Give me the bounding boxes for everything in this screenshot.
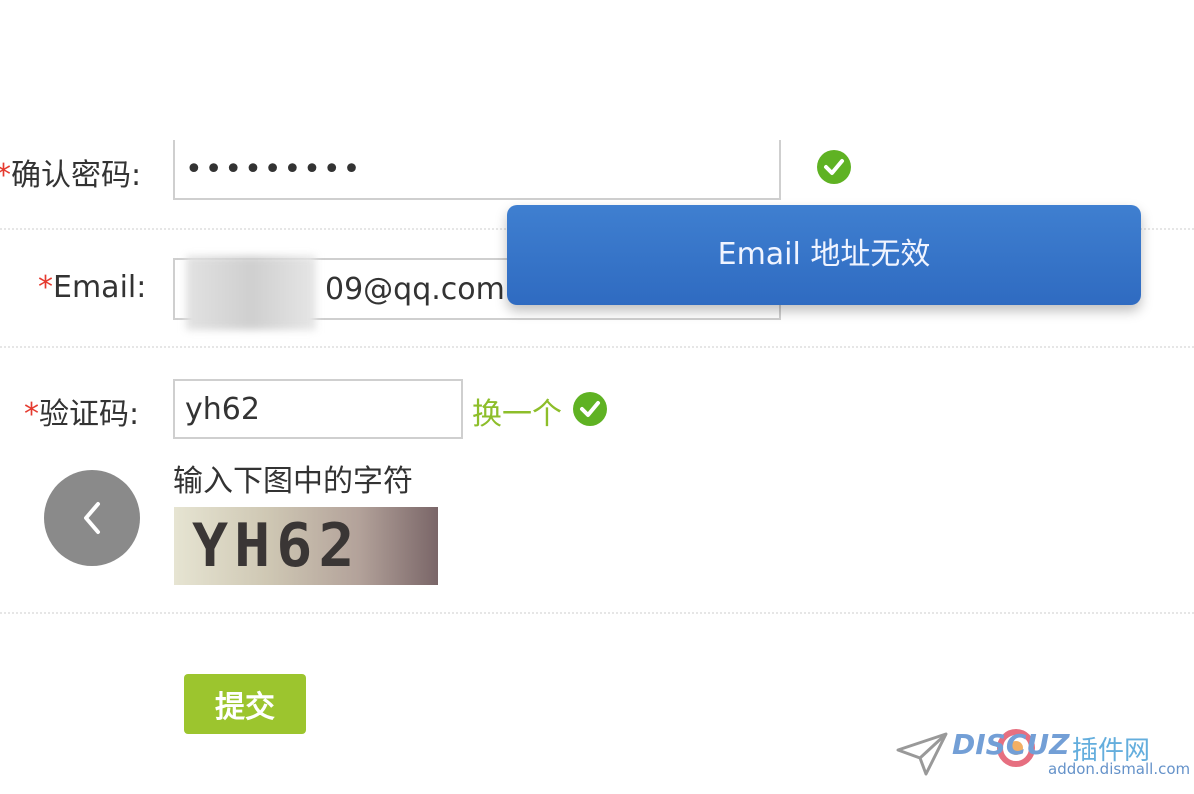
- email-redaction: [186, 256, 316, 330]
- paper-plane-icon: [896, 732, 948, 776]
- captcha-image-text: YH62: [192, 511, 361, 581]
- captcha-refresh-link[interactable]: 换一个: [472, 389, 562, 433]
- confirm-password-input[interactable]: [173, 140, 781, 200]
- back-button[interactable]: [44, 470, 140, 566]
- captcha-check-icon: [573, 392, 607, 426]
- row-divider: [0, 346, 1194, 348]
- captcha-image[interactable]: YH62: [174, 507, 438, 585]
- required-mark: *: [0, 158, 11, 193]
- confirm-password-check-icon: [817, 150, 851, 184]
- email-label: *Email:: [38, 270, 147, 305]
- captcha-input[interactable]: [173, 379, 463, 439]
- submit-button[interactable]: 提交: [184, 674, 306, 734]
- watermark-logo: DISCUZ: [952, 728, 1070, 761]
- captcha-hint: 输入下图中的字符: [173, 464, 413, 499]
- captcha-label: *验证码:: [24, 397, 140, 432]
- error-toast: Email 地址无效: [507, 205, 1141, 305]
- confirm-password-label: *确认密码:: [0, 150, 141, 194]
- watermark: DISCUZ 插件网 addon.dismall.com: [896, 722, 1190, 792]
- watermark-url: addon.dismall.com: [1048, 760, 1191, 778]
- chevron-left-icon: [84, 502, 100, 534]
- toast-message: Email 地址无效: [717, 237, 931, 272]
- row-divider: [0, 612, 1194, 614]
